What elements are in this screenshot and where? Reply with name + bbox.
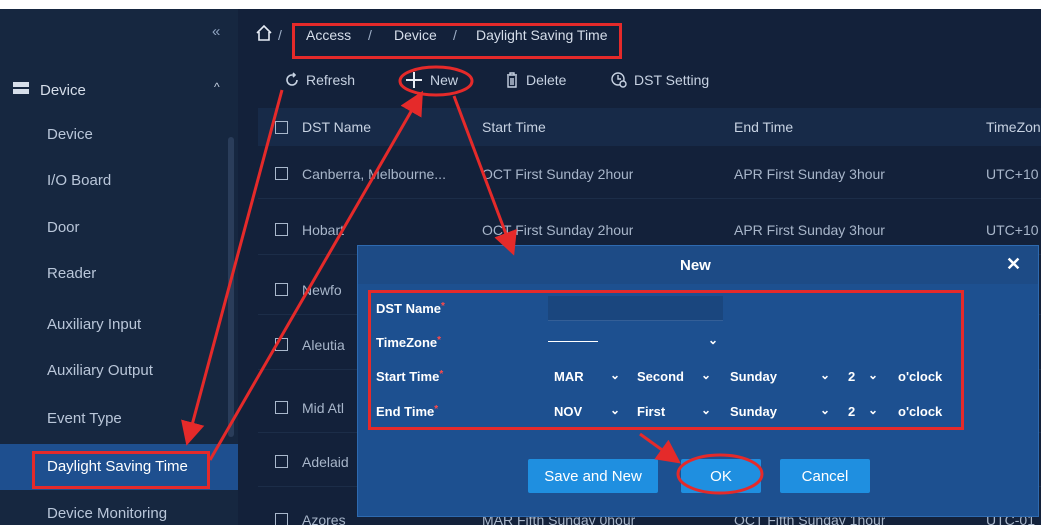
breadcrumb-separator: /	[278, 27, 282, 43]
row-checkbox[interactable]	[275, 401, 288, 414]
cell-dst-name: Aleutia	[302, 337, 345, 353]
close-icon[interactable]: ✕	[1006, 254, 1021, 275]
sidebar-item-label: Door	[47, 219, 80, 236]
cell-dst-name: Adelaid	[302, 454, 349, 470]
delete-button[interactable]: Delete	[504, 67, 566, 93]
sidebar-item-auxiliary-input[interactable]: Auxiliary Input	[0, 302, 238, 348]
select-all-checkbox[interactable]	[275, 121, 288, 134]
cancel-button[interactable]: Cancel	[780, 459, 870, 493]
refresh-icon	[286, 72, 298, 86]
sidebar-item-device-monitoring[interactable]: Device Monitoring	[0, 491, 238, 525]
cell-start-time: OCT First Sunday 2hour	[482, 166, 634, 182]
device-icon	[13, 82, 29, 94]
sidebar-item-label: Event Type	[47, 410, 122, 427]
table-row[interactable]: Canberra, Melbourne... OCT First Sunday …	[258, 152, 1041, 199]
dialog-title: New	[680, 257, 711, 274]
sidebar-item-label: Reader	[47, 265, 97, 282]
header-dst-name[interactable]: DST Name	[302, 119, 371, 135]
plus-icon	[406, 72, 422, 88]
sidebar-item-auxiliary-output[interactable]: Auxiliary Output	[0, 348, 238, 394]
sidebar-group-device[interactable]: Device ^	[0, 71, 238, 107]
sidebar-item-event-type[interactable]: Event Type	[0, 396, 238, 442]
refresh-label: Refresh	[306, 72, 356, 88]
row-checkbox[interactable]	[275, 513, 288, 525]
cell-end-time: APR First Sunday 3hour	[734, 222, 885, 238]
cell-dst-name: Mid Atl	[302, 400, 345, 416]
sidebar-item-device[interactable]: Device	[0, 112, 238, 158]
row-checkbox[interactable]	[275, 167, 288, 180]
cell-timezone: UTC+10	[986, 222, 1039, 238]
cell-start-time: OCT First Sunday 2hour	[482, 222, 634, 238]
sidebar-item-label: Auxiliary Output	[47, 362, 153, 379]
header-start-time[interactable]: Start Time	[482, 119, 546, 135]
row-checkbox[interactable]	[275, 338, 288, 351]
clock-gear-icon	[611, 72, 627, 88]
cell-dst-name: Azores	[302, 512, 346, 525]
sidebar-item-reader[interactable]: Reader	[0, 251, 238, 297]
sidebar-item-io-board[interactable]: I/O Board	[0, 158, 238, 204]
cell-dst-name: Newfo	[302, 282, 342, 298]
delete-label: Delete	[526, 72, 567, 88]
row-checkbox[interactable]	[275, 223, 288, 236]
dst-setting-label: DST Setting	[634, 72, 710, 88]
header-end-time[interactable]: End Time	[734, 119, 793, 135]
table-header: DST Name Start Time End Time TimeZon	[258, 108, 1041, 146]
row-checkbox[interactable]	[275, 455, 288, 468]
double-chevron-left-icon[interactable]: «	[212, 23, 220, 40]
home-icon[interactable]	[254, 23, 274, 43]
sidebar-item-door[interactable]: Door	[0, 205, 238, 251]
header-timezone[interactable]: TimeZon	[986, 119, 1041, 135]
sidebar-item-label: Device Monitoring	[47, 505, 168, 522]
sidebar-group-label: Device	[40, 82, 86, 99]
trash-icon	[507, 72, 517, 88]
sidebar-item-label: I/O Board	[47, 172, 112, 189]
dialog-header: New ✕	[358, 246, 1038, 284]
save-and-new-button[interactable]: Save and New	[528, 459, 658, 493]
refresh-button[interactable]: Refresh	[284, 67, 355, 93]
top-strip	[0, 0, 1041, 9]
annotation-box-sidebar-item	[32, 451, 210, 489]
ok-button[interactable]: OK	[681, 459, 761, 493]
new-button[interactable]: New	[404, 67, 458, 93]
sidebar-item-label: Device	[47, 126, 93, 143]
cell-dst-name: Canberra, Melbourne...	[302, 166, 446, 182]
new-label: New	[430, 72, 459, 88]
cell-end-time: APR First Sunday 3hour	[734, 166, 885, 182]
annotation-box-breadcrumb	[292, 23, 622, 59]
row-checkbox[interactable]	[275, 283, 288, 296]
annotation-box-form	[368, 290, 964, 430]
dst-setting-button[interactable]: DST Setting	[610, 67, 709, 93]
cell-dst-name: Hobart	[302, 222, 345, 238]
sidebar-item-label: Auxiliary Input	[47, 316, 142, 333]
cell-timezone: UTC+10	[986, 166, 1039, 182]
chevron-up-icon: ^	[214, 80, 220, 94]
app-window: « Device ^ Device I/O Board Door Reader …	[0, 0, 1041, 525]
